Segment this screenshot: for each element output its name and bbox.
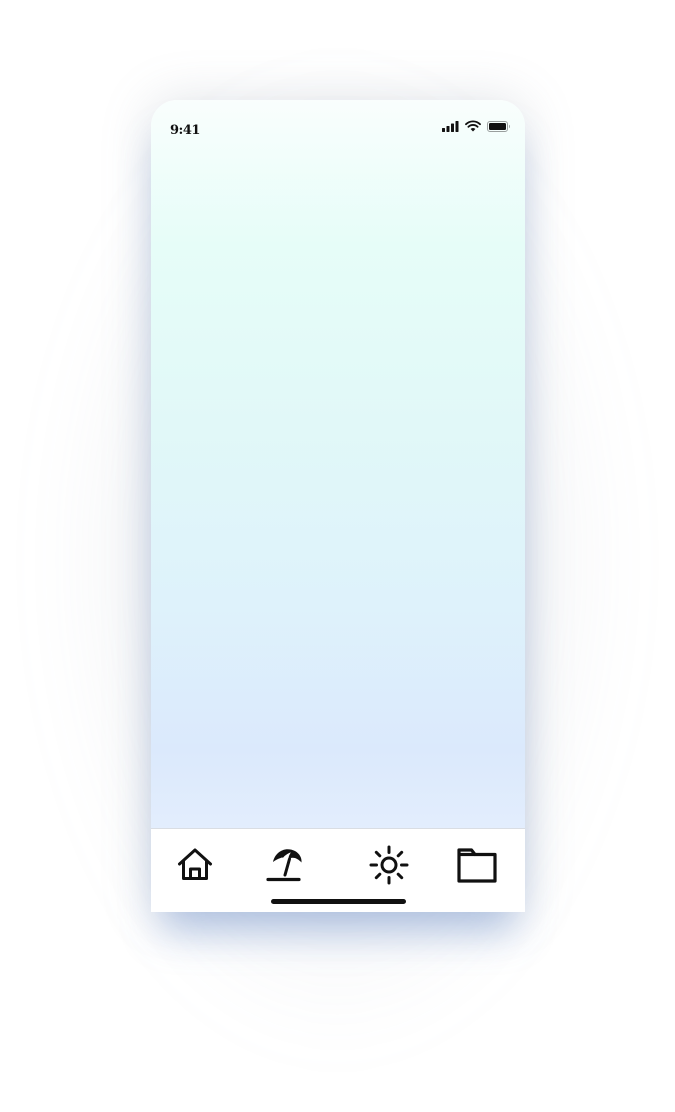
wifi-icon	[465, 119, 481, 137]
home-indicator[interactable]	[271, 899, 406, 904]
bottom-nav	[151, 828, 525, 912]
sun-icon	[368, 844, 410, 891]
status-icons	[442, 119, 511, 137]
beach-umbrella-icon	[265, 846, 305, 889]
status-bar: 9:41	[151, 100, 525, 150]
nav-beach-button[interactable]	[263, 847, 307, 887]
signal-icon	[442, 119, 459, 137]
folder-icon	[456, 846, 498, 889]
battery-icon	[487, 119, 511, 137]
phone-screen: 9:41	[151, 100, 525, 912]
nav-folder-button[interactable]	[455, 847, 499, 887]
status-time: 9:41	[170, 123, 200, 138]
nav-home-button[interactable]	[173, 847, 217, 887]
home-icon	[176, 847, 214, 888]
nav-sun-button[interactable]	[367, 845, 411, 887]
